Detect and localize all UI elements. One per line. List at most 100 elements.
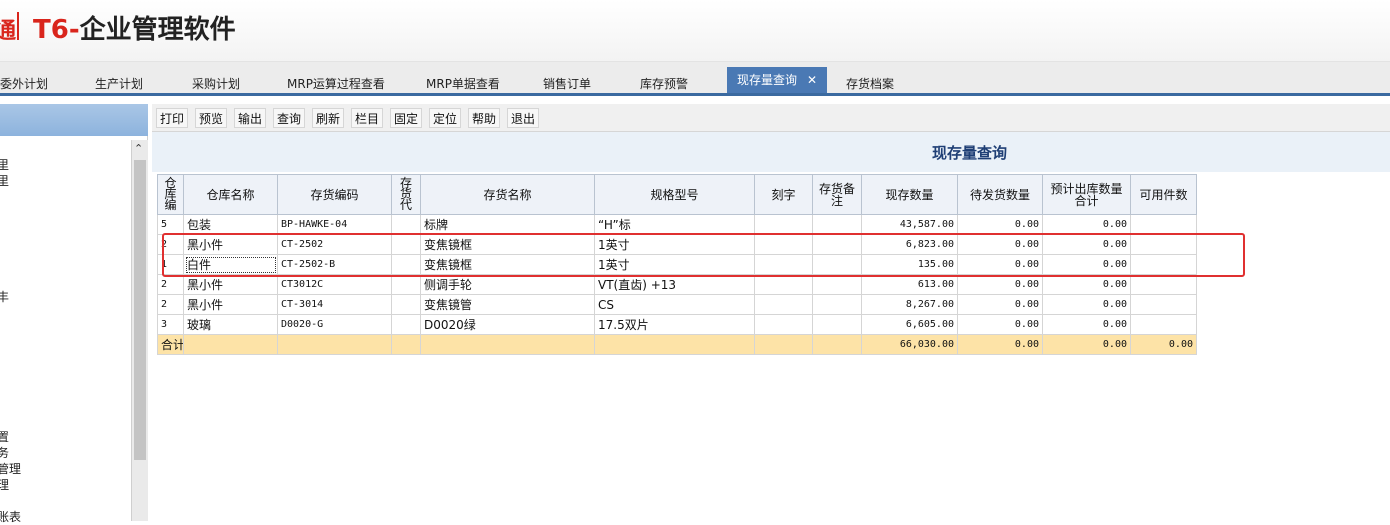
table-cell[interactable] [754, 294, 813, 315]
table-cell[interactable]: 0.00 [957, 274, 1043, 295]
table-cell[interactable]: 613.00 [861, 274, 958, 295]
table-cell[interactable] [812, 294, 862, 315]
scroll-up-icon[interactable]: ⌃ [134, 142, 143, 155]
table-cell[interactable] [754, 274, 813, 295]
table-cell[interactable]: 0.00 [1042, 314, 1131, 335]
column-header[interactable]: 可用件数 [1130, 174, 1197, 215]
table-cell[interactable]: 变焦镜管 [420, 294, 595, 315]
table-cell[interactable]: 黑小件 [183, 294, 278, 315]
table-cell[interactable]: 5 [157, 214, 184, 235]
nav-item[interactable]: 里 [0, 172, 9, 189]
column-header[interactable]: 存货备注 [812, 174, 862, 215]
tab-mrp-document-view[interactable]: MRP单据查看 [426, 72, 500, 96]
tab-stock-query[interactable]: 现存量查询 ✕ [727, 67, 828, 93]
table-cell[interactable]: 17.5双片 [594, 314, 755, 335]
close-icon[interactable]: ✕ [807, 73, 817, 87]
table-row[interactable]: 2 黑小件 CT-3014 变焦镜管 CS 8,267.00 0.00 0.00 [157, 294, 1197, 315]
table-cell[interactable]: CS [594, 294, 755, 315]
table-cell[interactable]: 1英寸 [594, 254, 755, 275]
table-cell[interactable] [391, 294, 421, 315]
column-header[interactable]: 规格型号 [594, 174, 755, 215]
table-cell[interactable]: 2 [157, 234, 184, 255]
table-cell[interactable]: 黑小件 [183, 274, 278, 295]
refresh-button[interactable]: 刷新 [312, 108, 345, 128]
table-cell[interactable]: 8,267.00 [861, 294, 958, 315]
table-cell[interactable]: 43,587.00 [861, 214, 958, 235]
table-cell[interactable]: 3 [157, 314, 184, 335]
table-cell[interactable]: 135.00 [861, 254, 958, 275]
table-cell[interactable]: 1英寸 [594, 234, 755, 255]
table-cell[interactable]: 0.00 [1042, 254, 1131, 275]
table-cell[interactable] [812, 254, 862, 275]
nav-item[interactable]: 账表 [0, 508, 21, 525]
table-cell[interactable] [391, 234, 421, 255]
table-cell[interactable] [812, 214, 862, 235]
column-header[interactable]: 存货代 [391, 174, 421, 215]
help-button[interactable]: 帮助 [468, 108, 501, 128]
table-cell[interactable] [1130, 294, 1197, 315]
table-row[interactable]: 5 包装 BP-HAWKE-04 标牌 “H”标 43,587.00 0.00 0.00 [157, 214, 1197, 235]
print-button[interactable]: 打印 [156, 108, 189, 128]
table-cell[interactable] [754, 314, 813, 335]
nav-item[interactable]: 置 [0, 428, 9, 445]
nav-item[interactable]: 里 [0, 156, 9, 173]
table-cell[interactable] [812, 314, 862, 335]
table-cell[interactable] [812, 274, 862, 295]
table-cell[interactable]: 包装 [183, 214, 278, 235]
table-cell[interactable]: CT-2502 [277, 234, 392, 255]
table-cell[interactable]: 0.00 [1042, 274, 1131, 295]
table-cell[interactable]: 0.00 [1042, 234, 1131, 255]
table-cell[interactable]: 1 [157, 254, 184, 275]
table-cell[interactable]: CT-3014 [277, 294, 392, 315]
column-header[interactable]: 仓库编 [157, 174, 184, 215]
tab-mrp-process-view[interactable]: MRP运算过程查看 [287, 72, 385, 96]
table-cell[interactable]: 0.00 [957, 234, 1043, 255]
table-cell[interactable]: 2 [157, 294, 184, 315]
table-cell[interactable] [754, 214, 813, 235]
exit-button[interactable]: 退出 [507, 108, 540, 128]
freeze-button[interactable]: 固定 [390, 108, 423, 128]
table-cell[interactable]: 0.00 [1042, 294, 1131, 315]
table-row[interactable]: 2 黑小件 CT-2502 变焦镜框 1英寸 6,823.00 0.00 0.00 [157, 234, 1197, 255]
table-cell[interactable]: 变焦镜框 [420, 254, 595, 275]
table-cell[interactable]: 6,605.00 [861, 314, 958, 335]
preview-button[interactable]: 预览 [195, 108, 228, 128]
table-cell[interactable]: 0.00 [957, 294, 1043, 315]
table-cell[interactable] [1130, 314, 1197, 335]
column-header[interactable]: 存货名称 [420, 174, 595, 215]
table-cell[interactable]: 6,823.00 [861, 234, 958, 255]
table-cell[interactable]: VT(直齿) +13 [594, 274, 755, 295]
columns-button[interactable]: 栏目 [351, 108, 384, 128]
table-cell[interactable]: 变焦镜框 [420, 234, 595, 255]
table-cell[interactable]: 0.00 [957, 314, 1043, 335]
table-cell[interactable] [391, 254, 421, 275]
column-header[interactable]: 待发货数量 [957, 174, 1043, 215]
table-cell[interactable] [391, 274, 421, 295]
nav-item[interactable]: 理 [0, 476, 9, 493]
table-cell[interactable] [812, 234, 862, 255]
column-header[interactable]: 刻字 [754, 174, 813, 215]
tab-sales-order[interactable]: 销售订单 [543, 72, 591, 96]
table-row[interactable]: 3 玻璃 D0020-G D0020绿 17.5双片 6,605.00 0.00 0.00 [157, 314, 1197, 335]
table-cell[interactable]: 白件 [183, 254, 278, 275]
nav-item[interactable]: 务 [0, 444, 9, 461]
nav-item[interactable]: 管理 [0, 460, 21, 477]
query-button[interactable]: 查询 [273, 108, 306, 128]
table-cell[interactable]: 0.00 [1042, 214, 1131, 235]
tab-production-plan[interactable]: 生产计划 [95, 72, 143, 96]
export-button[interactable]: 输出 [234, 108, 267, 128]
table-cell[interactable]: 黑小件 [183, 234, 278, 255]
locate-button[interactable]: 定位 [429, 108, 462, 128]
table-cell[interactable] [754, 234, 813, 255]
table-cell[interactable] [754, 254, 813, 275]
table-cell[interactable]: 侧调手轮 [420, 274, 595, 295]
table-row[interactable]: 1 白件 CT-2502-B 变焦镜框 1英寸 135.00 0.00 0.00 [157, 254, 1197, 275]
table-cell[interactable]: D0020-G [277, 314, 392, 335]
table-cell[interactable]: CT-2502-B [277, 254, 392, 275]
table-cell[interactable]: “H”标 [594, 214, 755, 235]
table-cell[interactable] [1130, 214, 1197, 235]
table-cell[interactable] [1130, 274, 1197, 295]
scrollbar-thumb[interactable] [134, 160, 146, 460]
tab-purchase-plan[interactable]: 采购计划 [192, 72, 240, 96]
table-cell[interactable] [1130, 234, 1197, 255]
